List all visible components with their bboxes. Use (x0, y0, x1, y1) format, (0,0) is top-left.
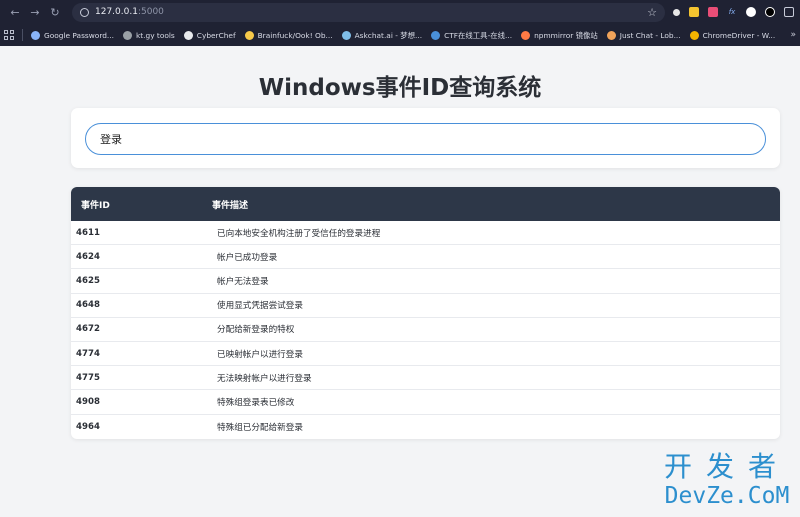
bookmark-favicon-icon (244, 30, 254, 40)
header-event-description: 事件描述 (212, 200, 249, 211)
bookmark-item[interactable]: CyberChef (183, 30, 236, 41)
bookmark-favicon-icon (689, 30, 699, 40)
bookmark-label: Askchat.ai - 梦想... (354, 30, 423, 40)
bookmark-label: Just Chat - Lob... (619, 30, 681, 40)
table-row: 4964 特殊组已分配给新登录 (71, 415, 780, 439)
event-description-cell: 帐户已成功登录 (217, 252, 278, 263)
bookmark-label: Google Password... (44, 30, 114, 40)
event-description-cell: 使用显式凭据尝试登录 (217, 301, 303, 312)
bookmark-favicon-icon (341, 30, 351, 40)
browser-chrome: ← → ↻ 127.0.0.1 :5000 ☆ fx Google Passwo… (0, 0, 800, 46)
bookmark-favicon-icon (431, 30, 441, 40)
event-id-cell: 4611 (76, 227, 100, 238)
header-event-id: 事件ID (81, 200, 110, 211)
bookmark-label: Brainfuck/Ook! Ob... (257, 30, 333, 40)
bookmark-favicon-icon (183, 30, 193, 40)
apps-grid-icon[interactable] (4, 30, 14, 40)
bookmark-item[interactable]: Google Password... (31, 30, 114, 41)
back-icon[interactable]: ← (6, 3, 24, 21)
bookmark-label: CTF在线工具-在线... (444, 30, 513, 40)
event-description-cell: 已映射帐户以进行登录 (217, 349, 303, 360)
bookmarks-overflow-icon[interactable]: » (790, 30, 796, 40)
search-input[interactable] (85, 123, 766, 155)
table-row: 4648 使用显式凭据尝试登录 (71, 294, 780, 318)
table-row: 4625 帐户无法登录 (71, 269, 780, 294)
url-port: :5000 (137, 7, 164, 17)
extension-folder-icon[interactable] (689, 7, 699, 17)
reload-icon[interactable]: ↻ (46, 3, 64, 21)
event-id-cell: 4672 (76, 324, 100, 335)
extension-n-icon[interactable] (765, 7, 775, 17)
bookmark-item[interactable]: CTF在线工具-在线... (431, 30, 512, 41)
bookmark-item[interactable]: ChromeDriver - W... (689, 30, 776, 41)
bookmark-label: npmmirror 镜像站 (534, 30, 598, 40)
bookmark-star-icon[interactable]: ☆ (647, 6, 657, 19)
forward-icon[interactable]: → (26, 3, 44, 21)
table-body: 4611 已向本地安全机构注册了受信任的登录进程 4624 帐户已成功登录 4625 帐户… (71, 221, 780, 439)
extension-dot-icon[interactable] (673, 8, 680, 16)
bookmark-item[interactable]: Askchat.ai - 梦想... (341, 30, 423, 41)
table-row: 4774 已映射帐户以进行登录 (71, 342, 780, 367)
event-id-cell: 4775 (76, 372, 100, 383)
bookmark-item[interactable]: npmmirror 镜像站 (521, 30, 598, 41)
bookmark-favicon-icon (122, 30, 132, 40)
bookmark-item[interactable]: kt.gy tools (122, 30, 175, 41)
event-id-cell: 4624 (76, 251, 100, 262)
event-id-cell: 4774 (76, 348, 100, 359)
bookmark-list: Google Password... kt.gy tools CyberChef Br… (31, 30, 784, 41)
event-description-cell: 无法映射帐户以进行登录 (217, 373, 312, 384)
bookmarks-separator (22, 29, 23, 41)
bookmarks-bar: Google Password... kt.gy tools CyberChef Br… (0, 24, 800, 46)
extensions-puzzle-icon[interactable] (784, 7, 794, 17)
page-title: Windows事件ID查询系统 (258, 75, 542, 101)
event-id-cell: 4648 (76, 300, 100, 311)
site-info-icon[interactable] (80, 7, 89, 17)
results-table: 事件ID 事件描述 4611 已向本地安全机构注册了受信任的登录进程 4624 帐户已… (71, 187, 780, 439)
bookmark-favicon-icon (31, 30, 40, 40)
event-description-cell: 帐户无法登录 (217, 276, 269, 287)
event-description-cell: 特殊组已分配给新登录 (217, 422, 303, 433)
event-description-cell: 特殊组登录表已修改 (217, 397, 295, 408)
url-host: 127.0.0.1 (95, 7, 138, 17)
watermark-en: DevZe.CoM (664, 483, 790, 509)
table-row: 4611 已向本地安全机构注册了受信任的登录进程 (71, 221, 780, 246)
bookmark-label: CyberChef (196, 30, 236, 40)
watermark-cn: 开发者 (663, 450, 790, 483)
table-header: 事件ID 事件描述 (71, 187, 780, 221)
bookmark-favicon-icon (606, 30, 616, 40)
bookmark-label: ChromeDriver - W... (702, 30, 776, 40)
extension-pink-icon[interactable] (708, 7, 718, 17)
table-row: 4672 分配给新登录的特权 (71, 318, 780, 342)
extension-icons: fx (673, 7, 794, 17)
extension-panda-icon[interactable] (746, 7, 756, 17)
bookmark-favicon-icon (521, 30, 531, 40)
table-row: 4624 帐户已成功登录 (71, 245, 780, 270)
browser-toolbar: ← → ↻ 127.0.0.1 :5000 ☆ fx (0, 0, 800, 24)
table-row: 4908 特殊组登录表已修改 (71, 390, 780, 415)
bookmark-item[interactable]: Brainfuck/Ook! Ob... (244, 30, 333, 41)
event-id-cell: 4964 (76, 421, 100, 432)
event-description-cell: 已向本地安全机构注册了受信任的登录进程 (217, 228, 381, 239)
event-id-cell: 4625 (76, 275, 100, 286)
table-row: 4775 无法映射帐户以进行登录 (71, 366, 780, 391)
extension-fx-icon[interactable]: fx (727, 7, 737, 17)
event-description-cell: 分配给新登录的特权 (217, 325, 295, 336)
page-content: Windows事件ID查询系统 事件ID 事件描述 4611 已向本地安全机构注册… (0, 46, 800, 517)
address-bar[interactable]: 127.0.0.1 :5000 ☆ (72, 2, 665, 22)
watermark: 开发者 DevZe.CoM (663, 450, 790, 510)
search-card (71, 108, 780, 168)
bookmark-item[interactable]: Just Chat - Lob... (606, 30, 681, 41)
event-id-cell: 4908 (76, 396, 100, 407)
bookmark-label: kt.gy tools (135, 30, 175, 40)
